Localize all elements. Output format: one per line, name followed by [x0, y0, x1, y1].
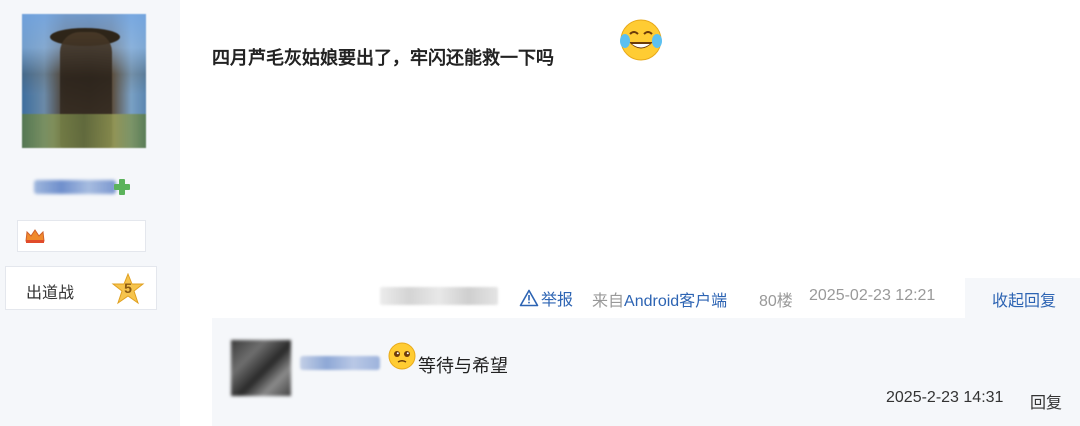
source-client-link[interactable]: Android客户端	[624, 293, 727, 310]
tears-of-joy-emoji-icon	[620, 19, 662, 61]
user-rank-title: 出道战	[26, 285, 75, 302]
reply-author-name-blurred[interactable]	[300, 356, 380, 370]
post-content: 四月芦毛灰姑娘要出了，牢闪还能救一下吗	[212, 48, 554, 68]
post-timestamp: 2025-02-23 12:21	[809, 287, 936, 304]
collapse-replies-button[interactable]: 收起回复	[992, 287, 1056, 311]
report-button[interactable]: 举报	[519, 286, 573, 310]
reply-timestamp: 2025-2-23 14:31	[886, 389, 1004, 406]
avatar-ground-shape	[22, 114, 146, 148]
author-avatar[interactable]	[22, 14, 146, 148]
post-author-meta-blurred	[380, 287, 498, 305]
crown-badge-icon	[25, 229, 45, 243]
pleading-face-emoji-icon	[388, 342, 416, 370]
floor-number: 80楼	[759, 293, 793, 310]
warning-triangle-icon	[519, 289, 539, 307]
follow-plus-icon[interactable]	[113, 178, 131, 196]
member-badge-box	[17, 220, 146, 252]
author-username-blurred[interactable]	[34, 180, 116, 194]
source-prefix: 来自	[592, 293, 625, 310]
report-label: 举报	[541, 292, 574, 309]
reply-content: 等待与希望	[418, 356, 508, 376]
user-rank-box: 出道战 5	[5, 266, 157, 310]
reply-button[interactable]: 回复	[1030, 389, 1062, 413]
reply-panel	[212, 318, 1080, 426]
reply-author-avatar[interactable]	[231, 340, 291, 396]
post-source: 来自Android客户端	[592, 287, 727, 311]
level-number: 5	[124, 280, 132, 296]
